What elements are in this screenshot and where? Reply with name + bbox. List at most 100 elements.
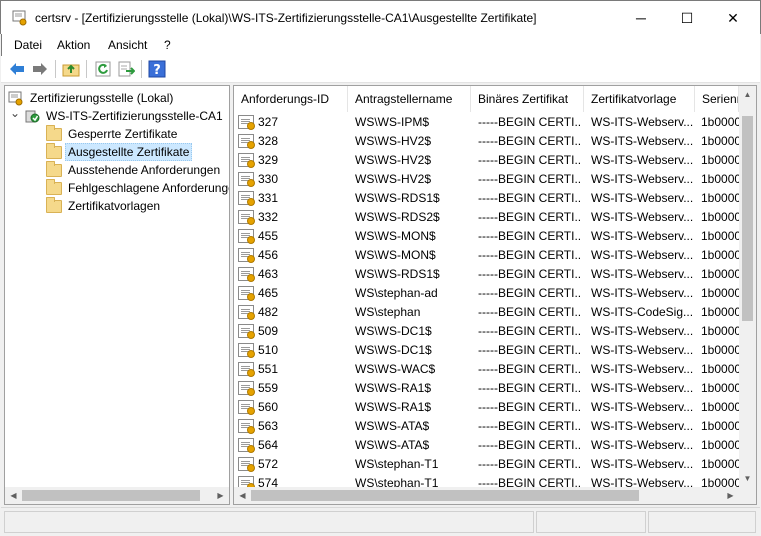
cell-zertifikatvorlage: WS-ITS-Webserv... bbox=[591, 210, 693, 224]
cell-anforderungs-id: 455 bbox=[258, 229, 279, 243]
scroll-right-icon[interactable]: ▶ bbox=[212, 487, 229, 504]
tree-item-label: Ausgestellte Zertifikate bbox=[65, 143, 193, 161]
cell-binaeres-zertifikat: -----BEGIN CERTI... bbox=[478, 438, 582, 452]
table-row[interactable]: 332 WS\WS-RDS2$ -----BEGIN CERTI... WS-ITS-… bbox=[234, 208, 739, 227]
scroll-thumb[interactable] bbox=[742, 116, 753, 321]
certificate-icon bbox=[238, 229, 255, 244]
table-row[interactable]: 463 WS\WS-RDS1$ -----BEGIN CERTI... WS-ITS-… bbox=[234, 265, 739, 284]
status-segment bbox=[648, 511, 756, 533]
cell-anforderungs-id: 482 bbox=[258, 305, 279, 319]
cell-anforderungs-id: 465 bbox=[258, 286, 279, 300]
menu-help[interactable]: ? bbox=[164, 38, 171, 52]
cell-anforderungs-id: 572 bbox=[258, 457, 279, 471]
menu-aktion[interactable]: Aktion bbox=[57, 38, 90, 52]
cell-binaeres-zertifikat: -----BEGIN CERTI... bbox=[478, 153, 582, 167]
scroll-left-icon[interactable]: ◀ bbox=[5, 487, 22, 504]
cell-binaeres-zertifikat: -----BEGIN CERTI... bbox=[478, 210, 582, 224]
column-header-seriennummer[interactable]: Seriennummer bbox=[695, 86, 739, 112]
collapse-chevron-icon[interactable]: ⌄ bbox=[10, 104, 20, 122]
cell-antragstellername: WS\WS-DC1$ bbox=[355, 343, 432, 357]
folder-icon bbox=[46, 161, 62, 177]
table-row[interactable]: 510 WS\WS-DC1$ -----BEGIN CERTI... WS-ITS-W… bbox=[234, 341, 739, 360]
cell-seriennummer: 1b0000 bbox=[701, 305, 739, 319]
table-row[interactable]: 559 WS\WS-RA1$ -----BEGIN CERTI... WS-ITS-W… bbox=[234, 379, 739, 398]
toolbar-separator bbox=[86, 60, 87, 78]
cell-anforderungs-id: 328 bbox=[258, 134, 279, 148]
table-row[interactable]: 551 WS\WS-WAC$ -----BEGIN CERTI... WS-ITS-W… bbox=[234, 360, 739, 379]
column-header-binaeres-zertifikat[interactable]: Binäres Zertifikat bbox=[471, 86, 584, 112]
cell-zertifikatvorlage: WS-ITS-Webserv... bbox=[591, 419, 693, 433]
svg-text:?: ? bbox=[153, 63, 161, 78]
cell-antragstellername: WS\WS-IPM$ bbox=[355, 115, 429, 129]
minimize-button[interactable]: ─ bbox=[618, 1, 664, 35]
cell-antragstellername: WS\WS-HV2$ bbox=[355, 172, 432, 186]
certificate-icon bbox=[238, 115, 255, 130]
column-header-anforderungs-id[interactable]: Anforderungs-ID bbox=[234, 86, 348, 112]
maximize-button[interactable]: ☐ bbox=[664, 1, 710, 35]
cell-seriennummer: 1b0000 bbox=[701, 324, 739, 338]
menu-bar: Datei Aktion Ansicht ? bbox=[1, 34, 760, 56]
cell-binaeres-zertifikat: -----BEGIN CERTI... bbox=[478, 229, 582, 243]
tree-root-label: Zertifizierungsstelle (Lokal) bbox=[30, 91, 174, 105]
list-vertical-scrollbar[interactable]: ▲ ▼ bbox=[739, 86, 756, 487]
cell-antragstellername: WS\WS-RDS2$ bbox=[355, 210, 440, 224]
table-row[interactable]: 465 WS\stephan-ad -----BEGIN CERTI... WS-IT… bbox=[234, 284, 739, 303]
table-row[interactable]: 509 WS\WS-DC1$ -----BEGIN CERTI... WS-ITS-W… bbox=[234, 322, 739, 341]
status-bar bbox=[1, 507, 760, 535]
menu-ansicht[interactable]: Ansicht bbox=[108, 38, 147, 52]
table-row[interactable]: 482 WS\stephan -----BEGIN CERTI... WS-ITS-C… bbox=[234, 303, 739, 322]
cell-zertifikatvorlage: WS-ITS-Webserv... bbox=[591, 134, 693, 148]
tree-horizontal-scrollbar[interactable]: ◀ ▶ bbox=[5, 487, 229, 504]
export-list-icon[interactable] bbox=[117, 60, 135, 78]
table-row[interactable]: 564 WS\WS-ATA$ -----BEGIN CERTI... WS-ITS-W… bbox=[234, 436, 739, 455]
cell-antragstellername: WS\WS-RA1$ bbox=[355, 400, 432, 414]
cell-binaeres-zertifikat: -----BEGIN CERTI... bbox=[478, 419, 582, 433]
help-icon[interactable]: ? bbox=[148, 60, 166, 78]
cell-binaeres-zertifikat: -----BEGIN CERTI... bbox=[478, 191, 582, 205]
menu-datei[interactable]: Datei bbox=[14, 38, 42, 52]
scroll-thumb[interactable] bbox=[251, 490, 639, 501]
table-row[interactable]: 329 WS\WS-HV2$ -----BEGIN CERTI... WS-ITS-W… bbox=[234, 151, 739, 170]
cell-anforderungs-id: 564 bbox=[258, 438, 279, 452]
cell-antragstellername: WS\WS-ATA$ bbox=[355, 419, 430, 433]
list-horizontal-scrollbar[interactable]: ◀ ▶ bbox=[234, 487, 739, 504]
table-row[interactable]: 572 WS\stephan-T1 -----BEGIN CERTI... WS-IT… bbox=[234, 455, 739, 474]
back-arrow-icon[interactable] bbox=[8, 60, 26, 78]
tree-pane: Zertifizierungsstelle (Lokal) ⌄ WS-ITS-Z… bbox=[4, 85, 230, 505]
table-row[interactable]: 455 WS\WS-MON$ -----BEGIN CERTI... WS-ITS-W… bbox=[234, 227, 739, 246]
cell-seriennummer: 1b0000 bbox=[701, 267, 739, 281]
scroll-corner bbox=[739, 487, 756, 504]
scroll-up-icon[interactable]: ▲ bbox=[739, 86, 756, 103]
scroll-right-icon[interactable]: ▶ bbox=[722, 487, 739, 504]
table-row[interactable]: 328 WS\WS-HV2$ -----BEGIN CERTI... WS-ITS-W… bbox=[234, 132, 739, 151]
tree-item-label: Gesperrte Zertifikate bbox=[68, 127, 178, 141]
cell-binaeres-zertifikat: -----BEGIN CERTI... bbox=[478, 400, 582, 414]
scroll-left-icon[interactable]: ◀ bbox=[234, 487, 251, 504]
scroll-down-icon[interactable]: ▼ bbox=[739, 470, 756, 487]
table-row[interactable]: 331 WS\WS-RDS1$ -----BEGIN CERTI... WS-ITS-… bbox=[234, 189, 739, 208]
forward-arrow-icon[interactable] bbox=[31, 60, 49, 78]
cell-binaeres-zertifikat: -----BEGIN CERTI... bbox=[478, 324, 582, 338]
cell-antragstellername: WS\WS-RDS1$ bbox=[355, 267, 440, 281]
table-row[interactable]: 456 WS\WS-MON$ -----BEGIN CERTI... WS-ITS-W… bbox=[234, 246, 739, 265]
table-row[interactable]: 560 WS\WS-RA1$ -----BEGIN CERTI... WS-ITS-W… bbox=[234, 398, 739, 417]
up-folder-icon[interactable] bbox=[62, 60, 80, 78]
cell-zertifikatvorlage: WS-ITS-Webserv... bbox=[591, 248, 693, 262]
certificate-icon bbox=[238, 381, 255, 396]
scroll-thumb[interactable] bbox=[22, 490, 200, 501]
column-header-zertifikatvorlage[interactable]: Zertifikatvorlage bbox=[584, 86, 695, 112]
table-row[interactable]: 563 WS\WS-ATA$ -----BEGIN CERTI... WS-ITS-W… bbox=[234, 417, 739, 436]
close-button[interactable]: ✕ bbox=[710, 1, 756, 35]
tree-item-label: Zertifikatvorlagen bbox=[68, 199, 161, 213]
cell-seriennummer: 1b0000 bbox=[701, 172, 739, 186]
table-row[interactable]: 327 WS\WS-IPM$ -----BEGIN CERTI... WS-ITS-W… bbox=[234, 113, 739, 132]
status-segment bbox=[536, 511, 646, 533]
folder-icon bbox=[46, 197, 62, 213]
tree-item-label: Fehlgeschlagene Anforderungen bbox=[68, 181, 230, 195]
table-row[interactable]: 330 WS\WS-HV2$ -----BEGIN CERTI... WS-ITS-W… bbox=[234, 170, 739, 189]
column-header-antragstellername[interactable]: Antragstellername bbox=[348, 86, 471, 112]
cell-binaeres-zertifikat: -----BEGIN CERTI... bbox=[478, 286, 582, 300]
cell-binaeres-zertifikat: -----BEGIN CERTI... bbox=[478, 305, 582, 319]
refresh-icon[interactable] bbox=[94, 60, 112, 78]
cell-seriennummer: 1b0000 bbox=[701, 210, 739, 224]
